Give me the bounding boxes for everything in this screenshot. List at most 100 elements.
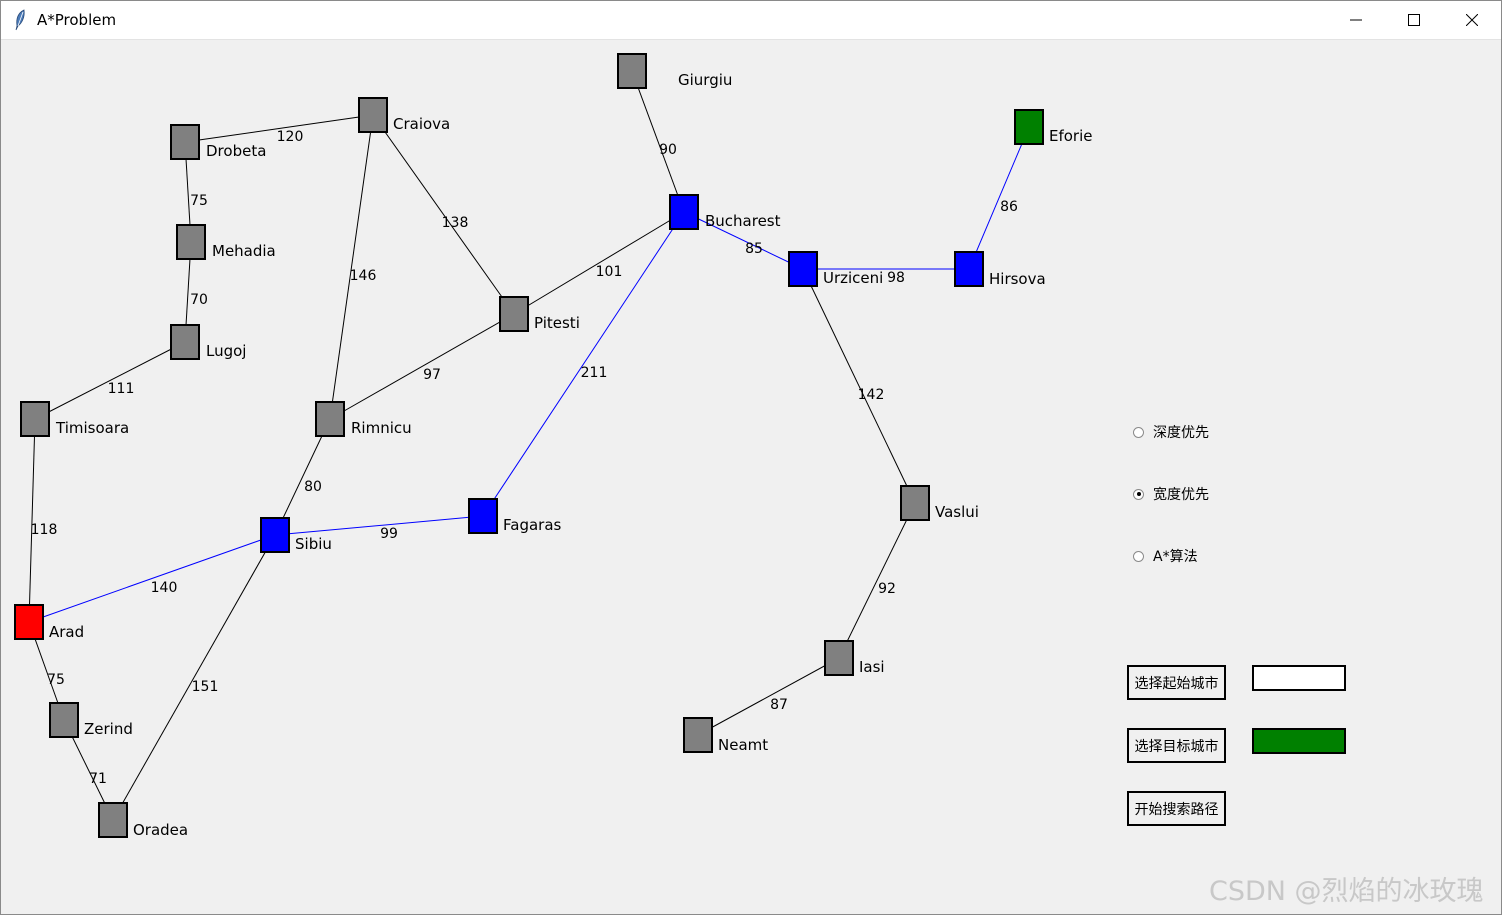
edge-sibiu-fagaras bbox=[274, 515, 484, 536]
edge-iasi-neamt bbox=[697, 657, 840, 736]
window-title: A*Problem bbox=[37, 11, 117, 29]
city-label: Fagaras bbox=[503, 516, 562, 534]
city-node-oradea[interactable] bbox=[98, 802, 128, 838]
minimize-icon bbox=[1350, 19, 1362, 21]
city-node-bucharest[interactable] bbox=[669, 194, 699, 230]
edge-pitesti-rimnicu bbox=[329, 313, 515, 420]
edge-weight: 98 bbox=[887, 270, 905, 286]
city-label: Lugoj bbox=[206, 342, 246, 360]
edge-weight: 146 bbox=[350, 268, 377, 284]
maximize-icon bbox=[1408, 14, 1420, 26]
edge-weight: 111 bbox=[108, 381, 135, 397]
city-node-neamt[interactable] bbox=[683, 717, 713, 753]
edge-bucharest-fagaras bbox=[482, 211, 685, 517]
city-label: Iasi bbox=[859, 658, 885, 676]
start-search-button[interactable]: 开始搜索路径 bbox=[1127, 791, 1226, 826]
edge-vaslui-iasi bbox=[838, 502, 916, 659]
city-label: Vaslui bbox=[935, 503, 979, 521]
city-label: Zerind bbox=[84, 720, 133, 738]
edge-weight: 118 bbox=[31, 522, 58, 538]
edge-weight: 99 bbox=[380, 526, 398, 542]
city-label: Urziceni bbox=[823, 269, 883, 287]
edge-weight: 90 bbox=[659, 142, 677, 158]
edge-weight: 80 bbox=[304, 479, 322, 495]
map-canvas[interactable]: 120 75 70 111 118 146 138 101 97 80 90 211 85 98 86 142… bbox=[1, 40, 1501, 914]
edge-weight: 85 bbox=[745, 241, 763, 257]
edge-arad-sibiu bbox=[28, 534, 276, 623]
select-start-city-button[interactable]: 选择起始城市 bbox=[1127, 665, 1226, 700]
city-node-timisoara[interactable] bbox=[20, 401, 50, 437]
city-node-drobeta[interactable] bbox=[170, 124, 200, 160]
city-label: Rimnicu bbox=[351, 419, 412, 437]
radio-indicator[interactable] bbox=[1133, 488, 1144, 500]
city-label: Timisoara bbox=[55, 419, 129, 437]
city-label: Craiova bbox=[393, 115, 450, 133]
edge-weight: 75 bbox=[47, 672, 65, 688]
city-node-fagaras[interactable] bbox=[468, 498, 498, 534]
city-label: Eforie bbox=[1049, 127, 1093, 145]
maximize-button[interactable] bbox=[1385, 1, 1443, 39]
edge-weight: 97 bbox=[423, 367, 441, 383]
city-label: Sibiu bbox=[295, 535, 332, 553]
city-label: Arad bbox=[49, 623, 84, 641]
edge-weight: 71 bbox=[89, 771, 107, 787]
city-label: Bucharest bbox=[705, 212, 781, 230]
edge-weight: 75 bbox=[190, 193, 208, 209]
city-node-giurgiu[interactable] bbox=[617, 53, 647, 89]
city-node-zerind[interactable] bbox=[49, 702, 79, 738]
radio-indicator[interactable] bbox=[1133, 426, 1144, 438]
edge-weight: 120 bbox=[277, 129, 304, 145]
edge-weight: 86 bbox=[1000, 199, 1018, 215]
radio-a-star[interactable]: A*算法 bbox=[1133, 546, 1198, 566]
city-label: Neamt bbox=[718, 736, 768, 754]
edge-urziceni-vaslui bbox=[802, 268, 916, 504]
radio-indicator[interactable] bbox=[1133, 550, 1144, 562]
city-label: Mehadia bbox=[212, 242, 276, 260]
city-node-vaslui[interactable] bbox=[900, 485, 930, 521]
app-window: A*Problem 120 75 70 111 118 146 138 101 97 80 90 21… bbox=[0, 0, 1502, 915]
feather-icon bbox=[15, 9, 25, 31]
city-label: Hirsova bbox=[989, 270, 1046, 288]
city-label: Drobeta bbox=[206, 142, 266, 160]
close-button[interactable] bbox=[1443, 1, 1501, 39]
select-goal-city-button[interactable]: 选择目标城市 bbox=[1127, 728, 1226, 763]
edge-hirsova-eforie bbox=[968, 126, 1030, 270]
edge-timisoara-arad bbox=[28, 418, 36, 623]
city-node-rimnicu[interactable] bbox=[315, 401, 345, 437]
city-node-hirsova[interactable] bbox=[954, 251, 984, 287]
radio-label: 深度优先 bbox=[1153, 425, 1209, 441]
city-label: Pitesti bbox=[534, 314, 580, 332]
city-node-lugoj[interactable] bbox=[170, 324, 200, 360]
city-node-pitesti[interactable] bbox=[499, 296, 529, 332]
edge-sibiu-oradea bbox=[112, 534, 276, 821]
radio-depth-first[interactable]: 深度优先 bbox=[1133, 422, 1209, 442]
edge-pitesti-bucharest bbox=[513, 211, 685, 315]
city-node-iasi[interactable] bbox=[824, 640, 854, 676]
edge-weight: 138 bbox=[442, 215, 469, 231]
edge-craiova-rimnicu bbox=[329, 114, 374, 420]
radio-label: A*算法 bbox=[1153, 549, 1198, 565]
city-node-urziceni[interactable] bbox=[788, 251, 818, 287]
watermark: CSDN @烈焰的冰玫瑰 bbox=[1209, 876, 1484, 907]
edge-weight: 140 bbox=[151, 580, 178, 596]
city-node-sibiu[interactable] bbox=[260, 517, 290, 553]
city-node-eforie[interactable] bbox=[1014, 109, 1044, 145]
city-label: Giurgiu bbox=[678, 71, 732, 89]
edge-weight: 92 bbox=[878, 581, 896, 597]
edge-weight: 211 bbox=[581, 365, 608, 381]
city-node-mehadia[interactable] bbox=[176, 224, 206, 260]
edge-weight: 151 bbox=[192, 679, 219, 695]
edge-weight: 87 bbox=[770, 697, 788, 713]
edge-weight: 142 bbox=[858, 387, 885, 403]
city-node-arad[interactable] bbox=[14, 604, 44, 640]
start-city-swatch bbox=[1252, 665, 1346, 691]
close-icon bbox=[1466, 14, 1478, 26]
minimize-button[interactable] bbox=[1327, 1, 1385, 39]
radio-label: 宽度优先 bbox=[1153, 487, 1209, 503]
city-label: Oradea bbox=[133, 821, 188, 839]
edge-weight: 70 bbox=[190, 292, 208, 308]
title-bar: A*Problem bbox=[1, 1, 1501, 40]
city-node-craiova[interactable] bbox=[358, 97, 388, 133]
radio-breadth-first[interactable]: 宽度优先 bbox=[1133, 484, 1209, 504]
edge-weight: 101 bbox=[596, 264, 623, 280]
